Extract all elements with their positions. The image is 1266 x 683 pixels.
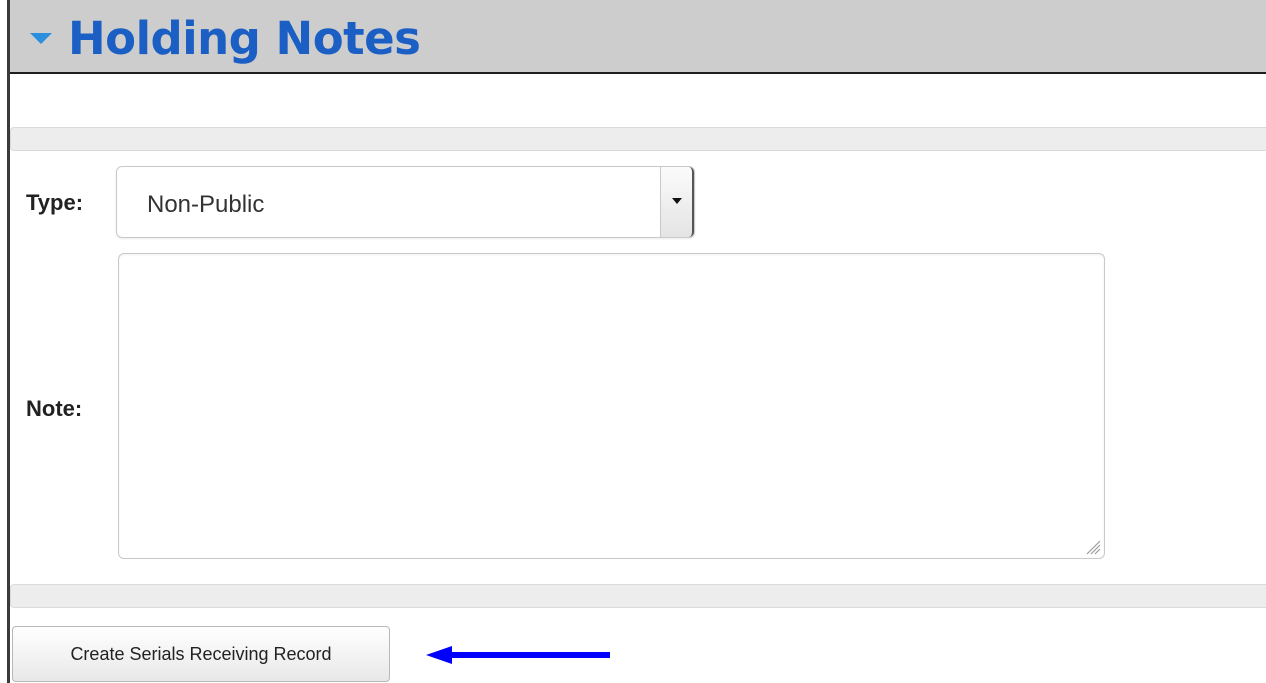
note-textarea[interactable]: [118, 253, 1105, 559]
left-arrow-icon: [426, 646, 610, 664]
section-title: Holding Notes: [68, 12, 421, 65]
section-header[interactable]: Holding Notes: [10, 0, 1266, 74]
note-label: Note:: [26, 396, 83, 421]
fieldset-top-bar: [10, 127, 1266, 151]
type-select[interactable]: Non-Public: [116, 166, 695, 238]
resize-handle-icon[interactable]: [1083, 537, 1101, 555]
holding-notes-page: Holding Notes Type: Non-Public Note: Cre…: [0, 0, 1266, 683]
type-select-value: Non-Public: [147, 191, 265, 218]
type-label: Type:: [26, 190, 84, 215]
fieldset-bottom-bar: [10, 584, 1266, 608]
triangle-down-icon[interactable]: [30, 33, 52, 44]
type-select-button[interactable]: [660, 167, 694, 237]
left-border: [7, 0, 10, 683]
chevron-down-icon: [672, 198, 682, 204]
create-serials-receiving-record-button[interactable]: Create Serials Receiving Record: [12, 626, 390, 682]
